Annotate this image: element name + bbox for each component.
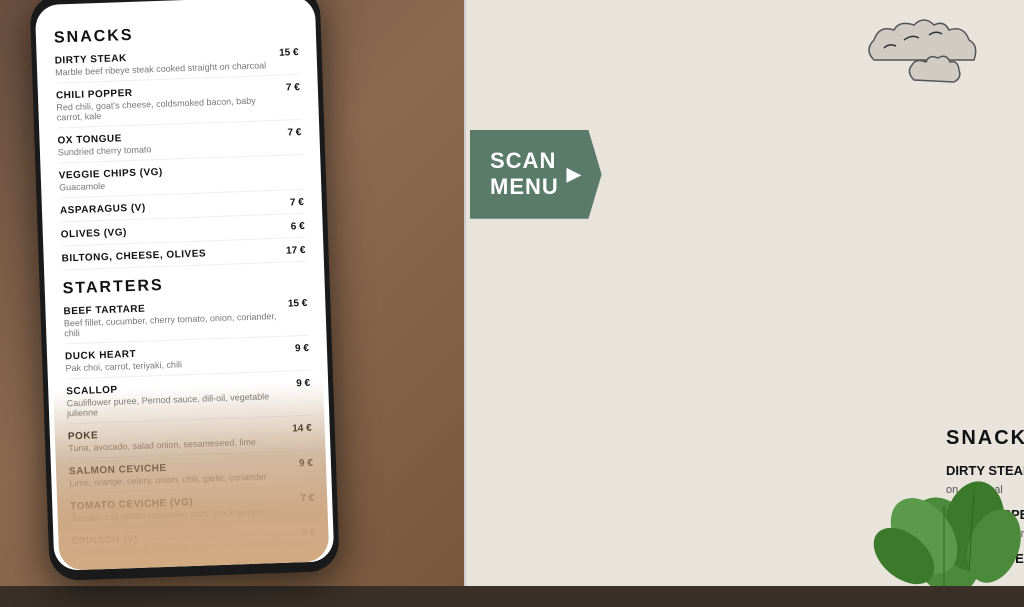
arrow-icon: ▶ bbox=[567, 164, 582, 185]
phone-container: SNACKS DIRTY STEAK Marble beef ribeye st… bbox=[0, 0, 411, 607]
phone-item-dirty-steak: DIRTY STEAK Marble beef ribeye steak coo… bbox=[55, 47, 300, 83]
phone-item-price-2: 7 € bbox=[287, 127, 301, 138]
phone-item-duck-heart: DUCK HEART Pak choi, carrot, teriyaki, c… bbox=[65, 343, 310, 379]
phone-body: SNACKS DIRTY STEAK Marble beef ribeye st… bbox=[29, 0, 339, 581]
phone-item-price-1: 7 € bbox=[286, 82, 300, 93]
scan-menu-button[interactable]: SCANMENU ▶ bbox=[470, 130, 602, 219]
menu-card: SNACKS DIRTY STEAK Marble beef ribeye st… bbox=[464, 0, 1024, 586]
scan-menu-label: SCANMENU bbox=[490, 148, 559, 201]
phone-item-asparagus: ASPARAGUS (V) 7 € bbox=[60, 197, 304, 223]
phone-starters-title: STARTERS bbox=[62, 272, 306, 299]
herb-decoration bbox=[844, 426, 1024, 586]
phone-item-ox-tongue: OX TONGUE Sundried cherry tomato 7 € bbox=[57, 127, 302, 163]
phone-item-price-0: 15 € bbox=[279, 47, 299, 59]
phone-item-price-4: 7 € bbox=[290, 197, 304, 208]
phone-item-name-6: BILTONG, CHEESE, OLIVES bbox=[61, 246, 280, 265]
phone-starter-price-7: 46 € bbox=[297, 563, 317, 571]
phone-snacks-title: SNACKS bbox=[54, 21, 298, 48]
phone-item-veggie-chips: VEGGIE CHIPS (VG) Guacamole bbox=[59, 162, 304, 198]
phone-item-price-6: 17 € bbox=[286, 245, 306, 257]
phone-item-name-4: ASPARAGUS (V) bbox=[60, 198, 284, 217]
phone-starter-price-1: 9 € bbox=[295, 343, 309, 354]
cloud-decoration bbox=[854, 10, 1014, 90]
phone-starter-price-0: 15 € bbox=[288, 298, 308, 310]
phone-item-price-5: 6 € bbox=[291, 221, 305, 232]
hand-shadow bbox=[53, 381, 329, 570]
phone-item-beef-tartare: BEEF TARTARE Beef fillet, cucumber, cher… bbox=[63, 298, 308, 344]
phone-item-olives: OLIVES (VG) 6 € bbox=[61, 221, 305, 247]
phone-item-name-5: OLIVES (VG) bbox=[61, 222, 285, 241]
phone-item-biltong: BILTONG, CHEESE, OLIVES 17 € bbox=[61, 245, 305, 271]
phone-screen: SNACKS DIRTY STEAK Marble beef ribeye st… bbox=[35, 0, 335, 571]
phone-item-chili-popper: CHILI POPPER Red chili, goat's cheese, c… bbox=[56, 82, 301, 128]
